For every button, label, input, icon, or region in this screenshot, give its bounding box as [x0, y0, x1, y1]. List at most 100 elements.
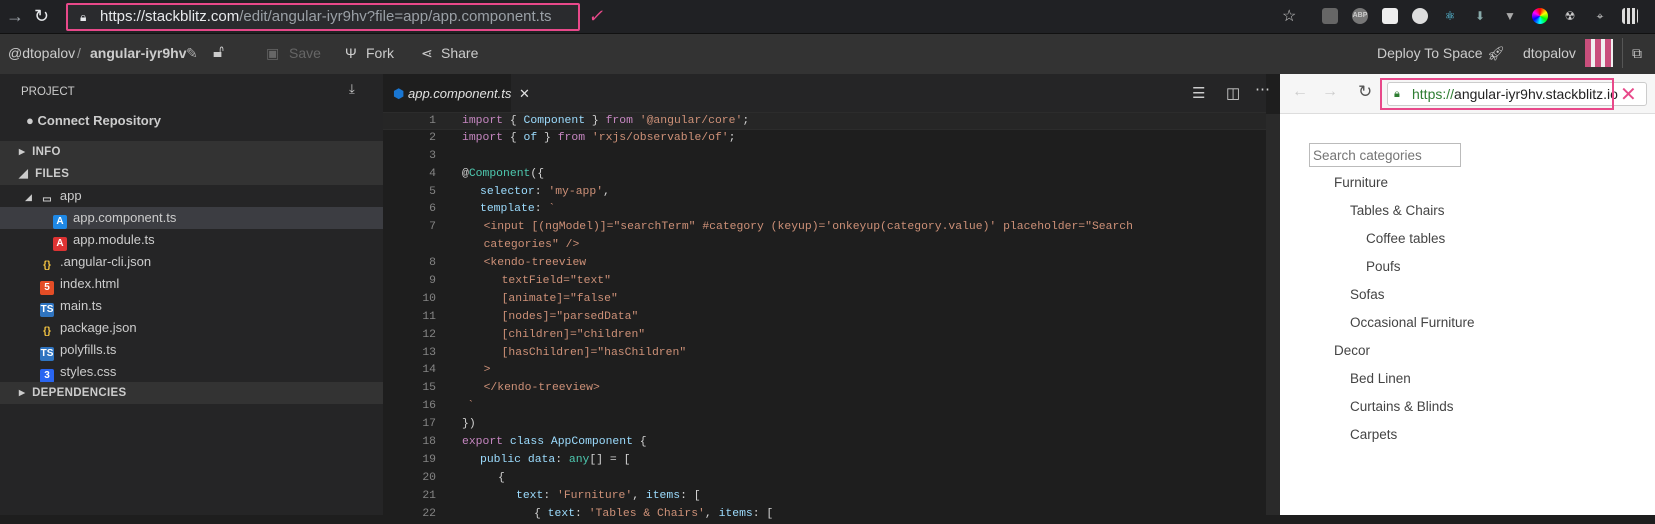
url-scheme: https://: [100, 8, 146, 25]
file-item[interactable]: Aapp.module.ts: [0, 229, 383, 251]
section-files[interactable]: ◢ FILES: [0, 163, 383, 185]
code-line: 1 import { Component } from '@angular/cor…: [383, 112, 1266, 130]
line-number: 17: [422, 418, 436, 431]
owner-link[interactable]: @dtopalov: [8, 45, 75, 61]
file-item[interactable]: ◢ ▭ app: [0, 185, 383, 207]
code-token: }: [585, 115, 606, 127]
vue-extension-icon[interactable]: ▼: [1502, 8, 1518, 24]
file-item[interactable]: 3 styles.css: [0, 361, 383, 383]
preview-pane: ← → ↻ 🔒︎ https://angular-iyr9hv.stackbli…: [1280, 74, 1655, 515]
save-button[interactable]: Save: [289, 45, 321, 61]
tree-node[interactable]: Carpets: [1350, 427, 1397, 442]
split-view-icon[interactable]: ◫: [1226, 84, 1240, 102]
forward-icon[interactable]: →: [6, 6, 24, 27]
line-number: 2: [429, 131, 436, 144]
connect-repository-button[interactable]: ● Connect Repository: [0, 110, 383, 132]
line-content: text: 'Furniture', items: [: [516, 488, 701, 506]
tree-node[interactable]: Furniture: [1334, 175, 1388, 190]
tab-app-component[interactable]: ⬢ app.component.ts ✕: [383, 74, 530, 114]
cursor-extension-icon[interactable]: ⌖: [1592, 8, 1608, 24]
file-item[interactable]: TS main.ts: [0, 295, 383, 317]
code-token: [hasChildren]="hasChildren": [501, 346, 687, 359]
code-token: ;: [728, 131, 736, 144]
code-token: data: [527, 453, 556, 466]
search-categories-input[interactable]: [1309, 143, 1461, 167]
code-token: from: [557, 131, 586, 144]
file-item[interactable]: {} package.json: [0, 317, 383, 339]
extension-icon[interactable]: [1382, 8, 1398, 24]
close-icon[interactable]: ✕: [519, 86, 530, 101]
extension-icon[interactable]: [1322, 8, 1338, 24]
code-token: import: [462, 131, 504, 144]
code-token: ,: [603, 185, 610, 198]
line-number: 6: [429, 203, 436, 216]
line-number: 18: [422, 436, 436, 449]
section-dependencies[interactable]: ▸ DEPENDENCIES: [0, 382, 383, 404]
code-token: `: [467, 400, 475, 413]
radiation-icon[interactable]: ☢: [1562, 8, 1578, 24]
file-item[interactable]: Aapp.component.ts: [0, 207, 383, 229]
file-item[interactable]: 5 index.html: [0, 273, 383, 295]
files-label: FILES: [35, 168, 70, 180]
browser-toolbar: → ↻ 🔒︎ https://stackblitz.com/edit/angul…: [0, 0, 1655, 34]
code-token: ,: [632, 489, 646, 502]
extension-icon[interactable]: [1412, 8, 1428, 24]
code-line: 8 <kendo-treeview: [383, 255, 1266, 273]
section-info[interactable]: ▸ INFO: [0, 141, 383, 163]
react-devtools-icon[interactable]: ⚛: [1442, 8, 1458, 24]
color-picker-icon[interactable]: [1532, 8, 1548, 24]
tree-node[interactable]: Poufs: [1366, 259, 1401, 274]
code-token: import: [462, 115, 504, 127]
tree-node[interactable]: Sofas: [1350, 287, 1385, 302]
reload-icon[interactable]: ↻: [34, 6, 49, 27]
code-token: '@angular/core': [639, 115, 743, 127]
fork-button[interactable]: Fork: [366, 45, 394, 61]
deploy-button[interactable]: Deploy To Space: [1377, 45, 1483, 61]
bookmark-star-icon[interactable]: ☆: [1282, 6, 1296, 26]
address-bar[interactable]: 🔒︎ https://stackblitz.com/edit/angular-i…: [66, 3, 580, 31]
tree-node[interactable]: Tables & Chairs: [1350, 203, 1445, 218]
forward-icon[interactable]: →: [1322, 83, 1338, 101]
adblock-extension-icon[interactable]: ABP: [1352, 8, 1368, 24]
line-number: 7: [429, 221, 436, 234]
download-extension-icon[interactable]: ⬇: [1472, 8, 1488, 24]
qr-code-icon[interactable]: [1622, 8, 1638, 24]
window-toggle-icon[interactable]: ⧉: [1632, 45, 1642, 62]
reload-icon[interactable]: ↻: [1358, 82, 1372, 102]
tree-node[interactable]: Decor: [1334, 343, 1370, 358]
unlock-icon[interactable]: 🔓︎: [213, 42, 224, 62]
file-item[interactable]: TS polyfills.ts: [0, 339, 383, 361]
annotation-check: ✓: [588, 6, 604, 26]
editor-scrollbar[interactable]: [1266, 114, 1280, 515]
code-token: :: [555, 453, 569, 466]
line-number: 12: [422, 328, 436, 341]
code-token: selector: [480, 185, 535, 198]
username[interactable]: dtopalov: [1523, 45, 1576, 61]
html-file-icon: 5: [40, 281, 54, 295]
share-button[interactable]: Share: [441, 45, 478, 61]
code-line: 6 template: `: [383, 201, 1266, 219]
line-content: import { Component } from '@angular/core…: [462, 113, 749, 131]
tree-node[interactable]: Curtains & Blinds: [1350, 399, 1454, 414]
code-area[interactable]: 1 import { Component } from '@angular/cor…: [383, 112, 1266, 523]
tree-node[interactable]: Bed Linen: [1350, 371, 1411, 386]
back-icon[interactable]: ←: [1292, 83, 1308, 101]
connect-repository-label: Connect Repository: [37, 113, 161, 128]
json-file-icon: {}: [43, 260, 51, 271]
file-item[interactable]: {} .angular-cli.json: [0, 251, 383, 273]
css-file-icon: 3: [40, 369, 54, 383]
more-icon[interactable]: ⋯: [1255, 80, 1270, 98]
dependencies-label: DEPENDENCIES: [32, 387, 127, 399]
preview-toolbar: ← → ↻ 🔒︎ https://angular-iyr9hv.stackbli…: [1280, 74, 1655, 114]
line-number: 16: [422, 400, 436, 413]
tree-node[interactable]: Occasional Furniture: [1350, 315, 1475, 330]
code-line: 9 textField="text": [383, 273, 1266, 291]
download-icon[interactable]: ⤓: [349, 81, 355, 97]
code-token: public: [480, 453, 522, 466]
tree-node[interactable]: Coffee tables: [1366, 231, 1445, 246]
file-name: app.component.ts: [73, 210, 177, 225]
format-icon[interactable]: ☰: [1192, 84, 1205, 102]
edit-pencil-icon[interactable]: ✎: [186, 45, 198, 62]
project-name[interactable]: angular-iyr9hv: [90, 45, 186, 61]
avatar[interactable]: [1585, 39, 1613, 67]
